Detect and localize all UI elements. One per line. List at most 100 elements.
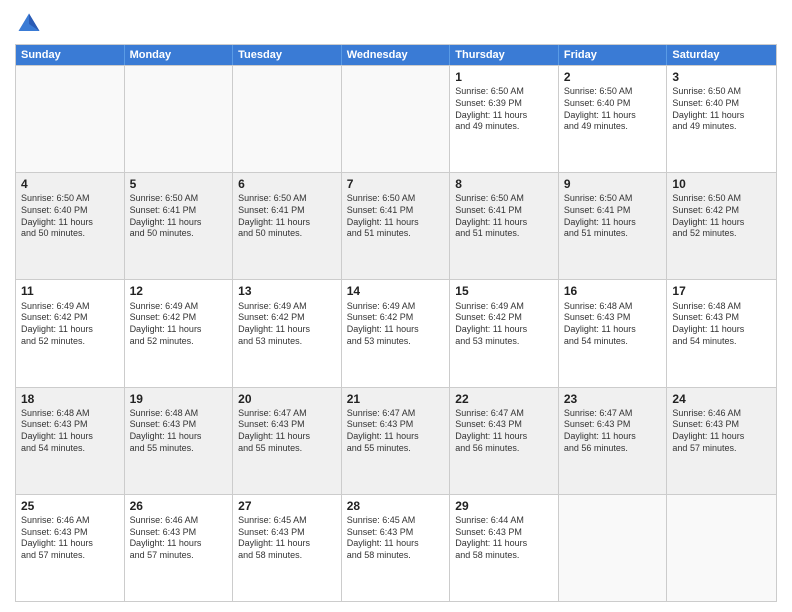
day-number: 26 <box>130 498 228 514</box>
header-day: Friday <box>559 45 668 65</box>
logo <box>15 10 47 38</box>
calendar-cell: 6Sunrise: 6:50 AMSunset: 6:41 PMDaylight… <box>233 173 342 279</box>
cell-info: Sunrise: 6:50 AMSunset: 6:41 PMDaylight:… <box>130 193 228 240</box>
cell-info: Sunrise: 6:49 AMSunset: 6:42 PMDaylight:… <box>21 301 119 348</box>
day-number: 6 <box>238 176 336 192</box>
day-number: 1 <box>455 69 553 85</box>
day-number: 25 <box>21 498 119 514</box>
cell-info: Sunrise: 6:49 AMSunset: 6:42 PMDaylight:… <box>455 301 553 348</box>
calendar-cell: 26Sunrise: 6:46 AMSunset: 6:43 PMDayligh… <box>125 495 234 601</box>
calendar-cell: 5Sunrise: 6:50 AMSunset: 6:41 PMDaylight… <box>125 173 234 279</box>
cell-info: Sunrise: 6:49 AMSunset: 6:42 PMDaylight:… <box>347 301 445 348</box>
calendar-cell <box>125 66 234 172</box>
day-number: 9 <box>564 176 662 192</box>
cell-info: Sunrise: 6:49 AMSunset: 6:42 PMDaylight:… <box>130 301 228 348</box>
calendar-cell: 7Sunrise: 6:50 AMSunset: 6:41 PMDaylight… <box>342 173 451 279</box>
cell-info: Sunrise: 6:44 AMSunset: 6:43 PMDaylight:… <box>455 515 553 562</box>
calendar-cell: 4Sunrise: 6:50 AMSunset: 6:40 PMDaylight… <box>16 173 125 279</box>
calendar-cell: 2Sunrise: 6:50 AMSunset: 6:40 PMDaylight… <box>559 66 668 172</box>
cell-info: Sunrise: 6:50 AMSunset: 6:41 PMDaylight:… <box>347 193 445 240</box>
cell-info: Sunrise: 6:46 AMSunset: 6:43 PMDaylight:… <box>672 408 771 455</box>
cell-info: Sunrise: 6:48 AMSunset: 6:43 PMDaylight:… <box>21 408 119 455</box>
day-number: 21 <box>347 391 445 407</box>
calendar-row: 1Sunrise: 6:50 AMSunset: 6:39 PMDaylight… <box>16 65 776 172</box>
cell-info: Sunrise: 6:50 AMSunset: 6:42 PMDaylight:… <box>672 193 771 240</box>
calendar-cell: 17 Sunrise: 6:48 AMSunset: 6:43 PMDayligh… <box>667 280 776 386</box>
header-day: Monday <box>125 45 234 65</box>
cell-info: Sunrise: 6:50 AMSunset: 6:40 PMDaylight:… <box>672 86 771 133</box>
calendar-row: 4Sunrise: 6:50 AMSunset: 6:40 PMDaylight… <box>16 172 776 279</box>
day-number: 2 <box>564 69 662 85</box>
calendar-cell: 21Sunrise: 6:47 AMSunset: 6:43 PMDayligh… <box>342 388 451 494</box>
calendar-cell: 3Sunrise: 6:50 AMSunset: 6:40 PMDaylight… <box>667 66 776 172</box>
cell-info: Sunrise: 6:50 AMSunset: 6:41 PMDaylight:… <box>238 193 336 240</box>
calendar-cell: 12 Sunrise: 6:49 AMSunset: 6:42 PMDayligh… <box>125 280 234 386</box>
calendar-cell: 13 Sunrise: 6:49 AMSunset: 6:42 PMDayligh… <box>233 280 342 386</box>
cell-info: Sunrise: 6:50 AMSunset: 6:40 PMDaylight:… <box>564 86 662 133</box>
day-number: 22 <box>455 391 553 407</box>
calendar-cell: 14 Sunrise: 6:49 AMSunset: 6:42 PMDayligh… <box>342 280 451 386</box>
calendar-cell: 10Sunrise: 6:50 AMSunset: 6:42 PMDayligh… <box>667 173 776 279</box>
page: SundayMondayTuesdayWednesdayThursdayFrid… <box>0 0 792 612</box>
calendar-cell: 16 Sunrise: 6:48 AMSunset: 6:43 PMDayligh… <box>559 280 668 386</box>
day-number: 13 <box>238 283 336 299</box>
header-day: Tuesday <box>233 45 342 65</box>
cell-info: Sunrise: 6:48 AMSunset: 6:43 PMDaylight:… <box>672 301 771 348</box>
cell-info: Sunrise: 6:45 AMSunset: 6:43 PMDaylight:… <box>347 515 445 562</box>
calendar-cell: 24Sunrise: 6:46 AMSunset: 6:43 PMDayligh… <box>667 388 776 494</box>
day-number: 10 <box>672 176 771 192</box>
calendar-header: SundayMondayTuesdayWednesdayThursdayFrid… <box>16 45 776 65</box>
cell-info: Sunrise: 6:45 AMSunset: 6:43 PMDaylight:… <box>238 515 336 562</box>
day-number: 5 <box>130 176 228 192</box>
calendar-row: 11 Sunrise: 6:49 AMSunset: 6:42 PMDayligh… <box>16 279 776 386</box>
day-number: 28 <box>347 498 445 514</box>
calendar-cell: 11 Sunrise: 6:49 AMSunset: 6:42 PMDayligh… <box>16 280 125 386</box>
day-number: 11 <box>21 283 119 299</box>
calendar-cell <box>559 495 668 601</box>
calendar: SundayMondayTuesdayWednesdayThursdayFrid… <box>15 44 777 602</box>
calendar-cell: 18Sunrise: 6:48 AMSunset: 6:43 PMDayligh… <box>16 388 125 494</box>
calendar-cell: 23Sunrise: 6:47 AMSunset: 6:43 PMDayligh… <box>559 388 668 494</box>
calendar-cell: 28Sunrise: 6:45 AMSunset: 6:43 PMDayligh… <box>342 495 451 601</box>
calendar-cell <box>667 495 776 601</box>
day-number: 8 <box>455 176 553 192</box>
calendar-cell: 1Sunrise: 6:50 AMSunset: 6:39 PMDaylight… <box>450 66 559 172</box>
cell-info: Sunrise: 6:49 AMSunset: 6:42 PMDaylight:… <box>238 301 336 348</box>
cell-info: Sunrise: 6:50 AMSunset: 6:39 PMDaylight:… <box>455 86 553 133</box>
day-number: 15 <box>455 283 553 299</box>
cell-info: Sunrise: 6:47 AMSunset: 6:43 PMDaylight:… <box>455 408 553 455</box>
calendar-cell <box>233 66 342 172</box>
day-number: 12 <box>130 283 228 299</box>
calendar-cell: 19Sunrise: 6:48 AMSunset: 6:43 PMDayligh… <box>125 388 234 494</box>
calendar-cell: 9Sunrise: 6:50 AMSunset: 6:41 PMDaylight… <box>559 173 668 279</box>
day-number: 19 <box>130 391 228 407</box>
cell-info: Sunrise: 6:50 AMSunset: 6:41 PMDaylight:… <box>564 193 662 240</box>
day-number: 14 <box>347 283 445 299</box>
cell-info: Sunrise: 6:50 AMSunset: 6:41 PMDaylight:… <box>455 193 553 240</box>
calendar-body: 1Sunrise: 6:50 AMSunset: 6:39 PMDaylight… <box>16 65 776 601</box>
header-day: Saturday <box>667 45 776 65</box>
cell-info: Sunrise: 6:46 AMSunset: 6:43 PMDaylight:… <box>130 515 228 562</box>
calendar-row: 25Sunrise: 6:46 AMSunset: 6:43 PMDayligh… <box>16 494 776 601</box>
cell-info: Sunrise: 6:47 AMSunset: 6:43 PMDaylight:… <box>564 408 662 455</box>
day-number: 7 <box>347 176 445 192</box>
day-number: 20 <box>238 391 336 407</box>
day-number: 17 <box>672 283 771 299</box>
day-number: 23 <box>564 391 662 407</box>
cell-info: Sunrise: 6:46 AMSunset: 6:43 PMDaylight:… <box>21 515 119 562</box>
day-number: 3 <box>672 69 771 85</box>
cell-info: Sunrise: 6:48 AMSunset: 6:43 PMDaylight:… <box>130 408 228 455</box>
day-number: 24 <box>672 391 771 407</box>
calendar-cell <box>342 66 451 172</box>
calendar-cell: 25Sunrise: 6:46 AMSunset: 6:43 PMDayligh… <box>16 495 125 601</box>
calendar-row: 18Sunrise: 6:48 AMSunset: 6:43 PMDayligh… <box>16 387 776 494</box>
cell-info: Sunrise: 6:47 AMSunset: 6:43 PMDaylight:… <box>347 408 445 455</box>
cell-info: Sunrise: 6:50 AMSunset: 6:40 PMDaylight:… <box>21 193 119 240</box>
header-day: Sunday <box>16 45 125 65</box>
header-day: Thursday <box>450 45 559 65</box>
logo-icon <box>15 10 43 38</box>
calendar-cell: 27Sunrise: 6:45 AMSunset: 6:43 PMDayligh… <box>233 495 342 601</box>
calendar-cell: 20Sunrise: 6:47 AMSunset: 6:43 PMDayligh… <box>233 388 342 494</box>
cell-info: Sunrise: 6:48 AMSunset: 6:43 PMDaylight:… <box>564 301 662 348</box>
day-number: 16 <box>564 283 662 299</box>
